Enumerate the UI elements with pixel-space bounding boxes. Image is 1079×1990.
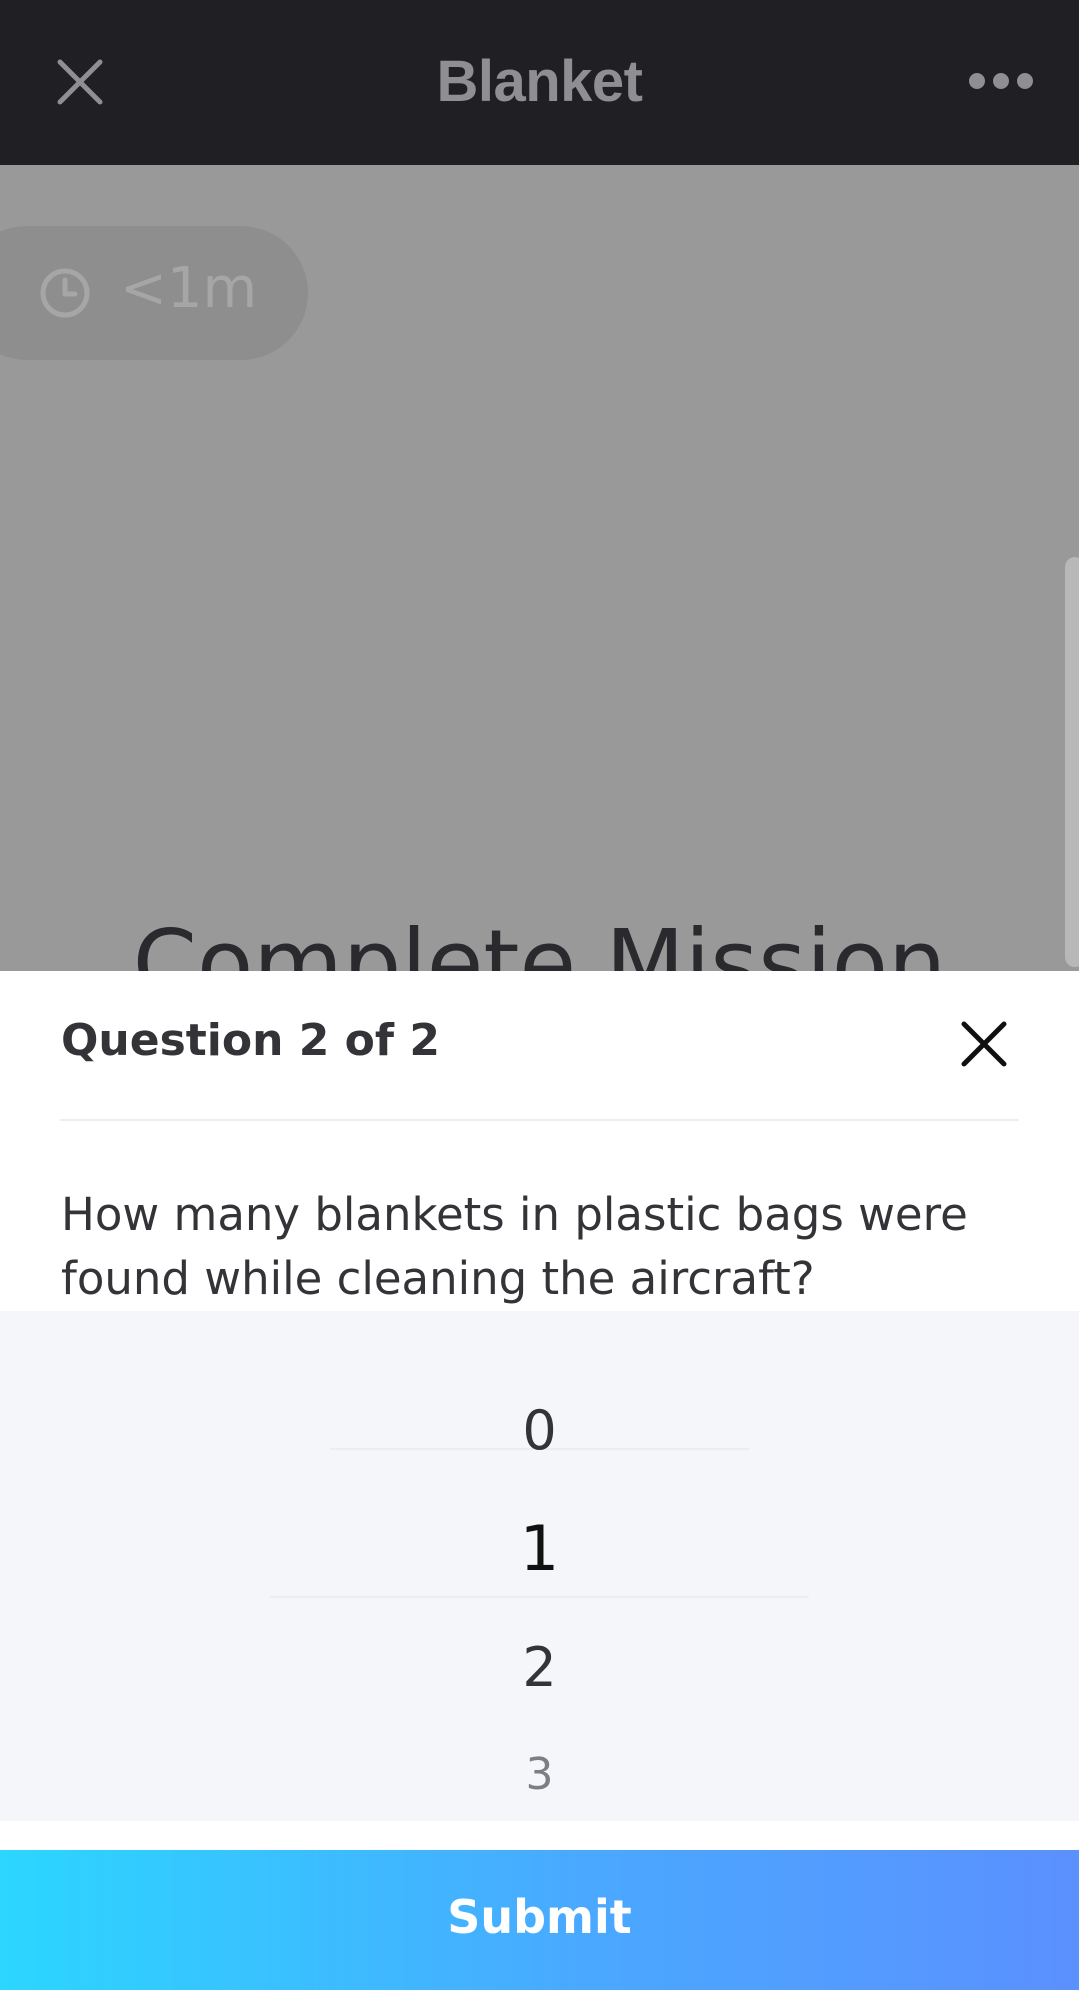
question-text: How many blankets in plastic bags were f… [61, 1188, 968, 1305]
duration-badge: <1m [0, 226, 308, 360]
submit-button-label: Submit [447, 1890, 632, 1944]
picker-option[interactable]: 0 [0, 1399, 1079, 1462]
duration-text: <1m [120, 256, 258, 321]
question-counter: Question 2 of 2 [61, 1015, 440, 1066]
close-icon[interactable] [959, 1019, 1009, 1069]
picker-option-selected[interactable]: 1 [0, 1512, 1079, 1585]
question-sheet: Question 2 of 2 How many blankets in pla… [0, 971, 1079, 1990]
dimmed-background: <1m Complete Mission [0, 165, 1079, 971]
submit-button[interactable]: Submit [0, 1850, 1079, 1990]
clock-icon [38, 266, 92, 320]
number-picker[interactable]: 0 1 2 3 [0, 1311, 1079, 1821]
divider [60, 1119, 1019, 1121]
more-horizontal-icon[interactable] [967, 64, 1035, 98]
picker-option[interactable]: 3 [0, 1749, 1079, 1800]
background-heading: Complete Mission [132, 910, 947, 971]
app-bar-title: Blanket [436, 49, 643, 114]
app-bar: Blanket [0, 0, 1079, 165]
picker-option[interactable]: 2 [0, 1636, 1079, 1699]
scroll-handle [1065, 557, 1079, 967]
picker-selection-line-bottom [270, 1596, 809, 1598]
